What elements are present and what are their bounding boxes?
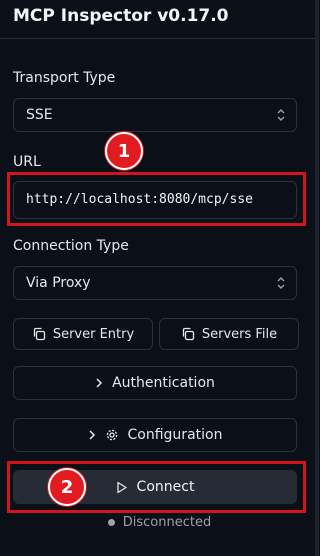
header: MCP Inspector v0.17.0 xyxy=(0,0,319,39)
copy-icon xyxy=(32,327,46,341)
server-entry-label: Server Entry xyxy=(52,326,135,342)
configuration-label: Configuration xyxy=(127,427,223,443)
connection-status: Disconnected xyxy=(0,515,319,530)
chevrons-up-down-icon xyxy=(276,276,286,290)
chevron-right-icon xyxy=(95,377,103,389)
configuration-button[interactable]: Configuration xyxy=(13,418,297,452)
connection-type-value: Via Proxy xyxy=(26,275,91,291)
scrollbar-edge xyxy=(315,0,319,556)
chevron-right-icon xyxy=(88,429,96,441)
app-title: MCP Inspector v0.17.0 xyxy=(13,6,229,26)
chevrons-up-down-icon xyxy=(276,108,286,122)
transport-type-label: Transport Type xyxy=(13,70,116,86)
annotation-badge-1: 1 xyxy=(105,132,143,170)
connection-type-label: Connection Type xyxy=(13,238,129,254)
servers-file-label: Servers File xyxy=(201,326,278,342)
transport-type-value: SSE xyxy=(26,107,53,123)
status-dot-icon xyxy=(107,519,115,526)
url-label: URL xyxy=(13,154,41,170)
connection-type-select[interactable]: Via Proxy xyxy=(13,266,297,300)
transport-type-select[interactable]: SSE xyxy=(13,98,297,132)
annotation-badge-2: 2 xyxy=(48,468,86,506)
gear-icon xyxy=(105,428,119,442)
status-text: Disconnected xyxy=(122,515,212,530)
url-highlight-box xyxy=(7,172,306,226)
authentication-button[interactable]: Authentication xyxy=(13,366,297,400)
copy-icon xyxy=(181,327,195,341)
servers-file-button[interactable]: Servers File xyxy=(159,318,299,350)
server-entry-button[interactable]: Server Entry xyxy=(13,318,153,350)
authentication-label: Authentication xyxy=(112,375,215,391)
